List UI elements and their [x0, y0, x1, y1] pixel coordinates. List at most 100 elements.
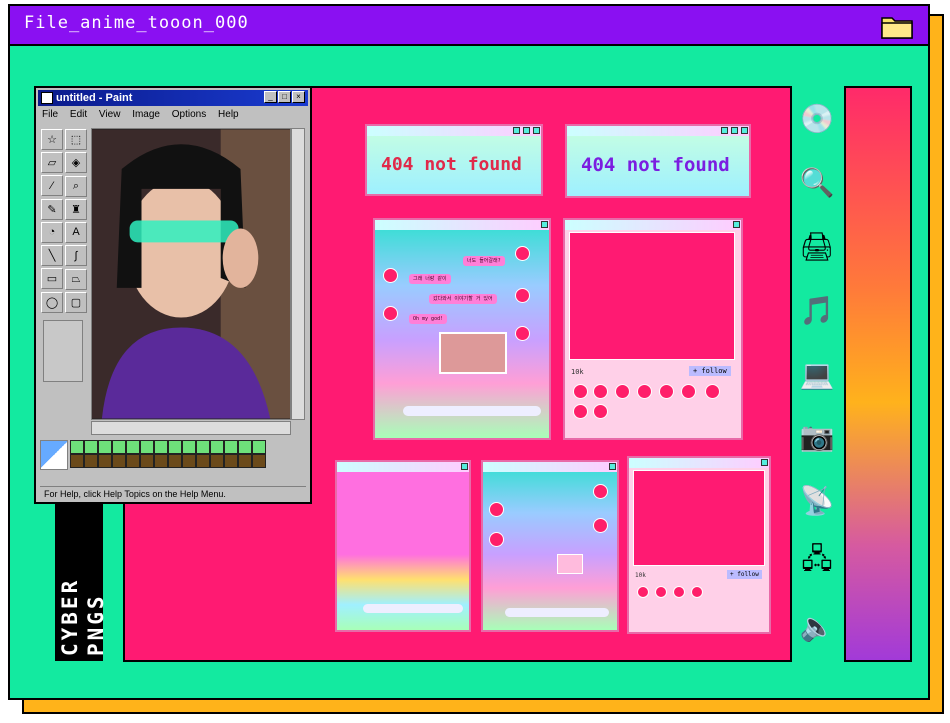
menu-file[interactable]: File — [42, 109, 58, 120]
ellipse-icon[interactable]: ◯ — [41, 292, 63, 313]
paint-window[interactable]: untitled - Paint _ □ × File Edit View Im… — [34, 86, 312, 504]
color-swatch[interactable] — [252, 440, 266, 454]
network-icon[interactable]: 🖧 — [797, 542, 837, 582]
close-icon[interactable] — [461, 463, 468, 470]
free-select-icon[interactable]: ☆ — [41, 129, 63, 150]
follow-button[interactable]: + follow — [689, 366, 731, 376]
blank-window[interactable] — [335, 460, 471, 632]
chat-window-1[interactable]: 너도 들어갈래? 그래 너랑 같이 갔다와서 이야기할 거 있어 Oh my g… — [373, 218, 551, 440]
color-swatch[interactable] — [112, 440, 126, 454]
satellite-icon[interactable]: 📡 — [797, 480, 837, 520]
close-icon[interactable] — [761, 459, 768, 466]
color-swatch[interactable] — [140, 440, 154, 454]
curve-icon[interactable]: ∫ — [65, 245, 87, 266]
folder-icon[interactable] — [880, 12, 914, 40]
disk-icon[interactable]: 💿 — [797, 98, 837, 138]
brush-icon[interactable]: ♜ — [65, 198, 87, 220]
color-swatch[interactable] — [112, 454, 126, 468]
not-found-window-2[interactable]: 404 not found — [565, 124, 751, 198]
horizontal-scrollbar[interactable] — [91, 421, 291, 435]
maximize-icon[interactable]: □ — [278, 91, 291, 103]
color-swatch[interactable] — [70, 440, 84, 454]
line-icon[interactable]: ╲ — [41, 244, 63, 266]
color-swatch[interactable] — [126, 454, 140, 468]
color-swatch[interactable] — [182, 454, 196, 468]
follow-button[interactable]: + follow — [727, 570, 762, 579]
avatar — [655, 586, 667, 598]
rectangle-icon[interactable]: ▭ — [41, 268, 63, 289]
maximize-icon[interactable] — [523, 127, 530, 134]
fill-icon[interactable]: ◈ — [65, 152, 87, 173]
minimize-icon[interactable] — [721, 127, 728, 134]
close-icon[interactable] — [733, 221, 740, 228]
close-icon[interactable] — [741, 127, 748, 134]
chat-window-2[interactable] — [481, 460, 619, 632]
brand-line-1: CYBER — [58, 577, 82, 656]
airbrush-icon[interactable]: ◔ — [41, 221, 63, 243]
color-swatch[interactable] — [168, 454, 182, 468]
profile-window-2[interactable]: 10k + follow — [627, 456, 771, 634]
computer-icon[interactable]: 💻 — [797, 354, 837, 394]
maximize-icon[interactable] — [731, 127, 738, 134]
color-swatch[interactable] — [224, 440, 238, 454]
menu-image[interactable]: Image — [132, 109, 160, 120]
paint-canvas-photo[interactable] — [91, 128, 291, 420]
menu-help[interactable]: Help — [218, 109, 239, 120]
close-icon[interactable]: × — [292, 91, 305, 103]
color-swatch[interactable] — [210, 454, 224, 468]
eraser-icon[interactable]: ▱ — [41, 152, 63, 173]
color-swatch[interactable] — [140, 454, 154, 468]
menu-edit[interactable]: Edit — [70, 109, 87, 120]
profile-window-1[interactable]: 10k + follow — [563, 218, 743, 440]
color-swatch[interactable] — [238, 454, 252, 468]
close-icon[interactable] — [541, 221, 548, 228]
color-swatch[interactable] — [196, 440, 210, 454]
minimize-icon[interactable]: _ — [264, 91, 277, 103]
color-swatch[interactable] — [154, 454, 168, 468]
color-swatch[interactable] — [182, 440, 196, 454]
title-bar[interactable]: File_anime_tooon_000 — [10, 6, 928, 46]
chat-image — [439, 332, 507, 374]
color-swatch[interactable] — [224, 454, 238, 468]
magnifier-icon[interactable]: ⌕ — [65, 175, 87, 197]
avatar — [593, 484, 608, 499]
chat-input[interactable] — [505, 608, 609, 617]
polygon-icon[interactable]: ⏢ — [65, 269, 87, 290]
color-swatch[interactable] — [84, 454, 98, 468]
music-cd-icon[interactable]: 🎵 — [797, 290, 837, 330]
color-swatch[interactable] — [196, 454, 210, 468]
close-icon[interactable] — [609, 463, 616, 470]
camera-icon[interactable]: 📷 — [797, 416, 837, 456]
chat-input[interactable] — [363, 604, 463, 613]
chat-input[interactable] — [403, 406, 541, 416]
toolbox: ☆ ⬚ ▱ ◈ ⁄ ⌕ ✎ ♜ ◔ A ╲ ∫ ▭ ⏢ ◯ ▢ — [40, 128, 88, 448]
menu-view[interactable]: View — [99, 109, 121, 120]
menu-options[interactable]: Options — [172, 109, 206, 120]
color-swatch[interactable] — [154, 440, 168, 454]
avatar — [383, 268, 398, 283]
color-swatch[interactable] — [238, 440, 252, 454]
color-swatch[interactable] — [126, 440, 140, 454]
chat-image — [557, 554, 583, 574]
printer-icon[interactable]: 🖨 — [797, 226, 837, 266]
color-swatch[interactable] — [98, 440, 112, 454]
picker-icon[interactable]: ⁄ — [41, 175, 63, 196]
avatar — [515, 288, 530, 303]
color-swatch[interactable] — [168, 440, 182, 454]
text-icon[interactable]: A — [65, 221, 87, 243]
minimize-icon[interactable] — [513, 127, 520, 134]
color-swatch[interactable] — [210, 440, 224, 454]
color-swatch[interactable] — [84, 440, 98, 454]
vertical-scrollbar[interactable] — [291, 128, 305, 420]
speaker-icon[interactable]: 🔈 — [797, 606, 837, 646]
rounded-rect-icon[interactable]: ▢ — [65, 292, 87, 313]
color-swatch[interactable] — [98, 454, 112, 468]
search-doc-icon[interactable]: 🔍 — [797, 162, 837, 202]
close-icon[interactable] — [533, 127, 540, 134]
color-swatch[interactable] — [252, 454, 266, 468]
rect-select-icon[interactable]: ⬚ — [65, 129, 87, 150]
not-found-window-1[interactable]: 404 not found — [365, 124, 543, 196]
color-swatch[interactable] — [70, 454, 84, 468]
swatch-row-2 — [70, 454, 266, 473]
pencil-icon[interactable]: ✎ — [41, 198, 63, 220]
